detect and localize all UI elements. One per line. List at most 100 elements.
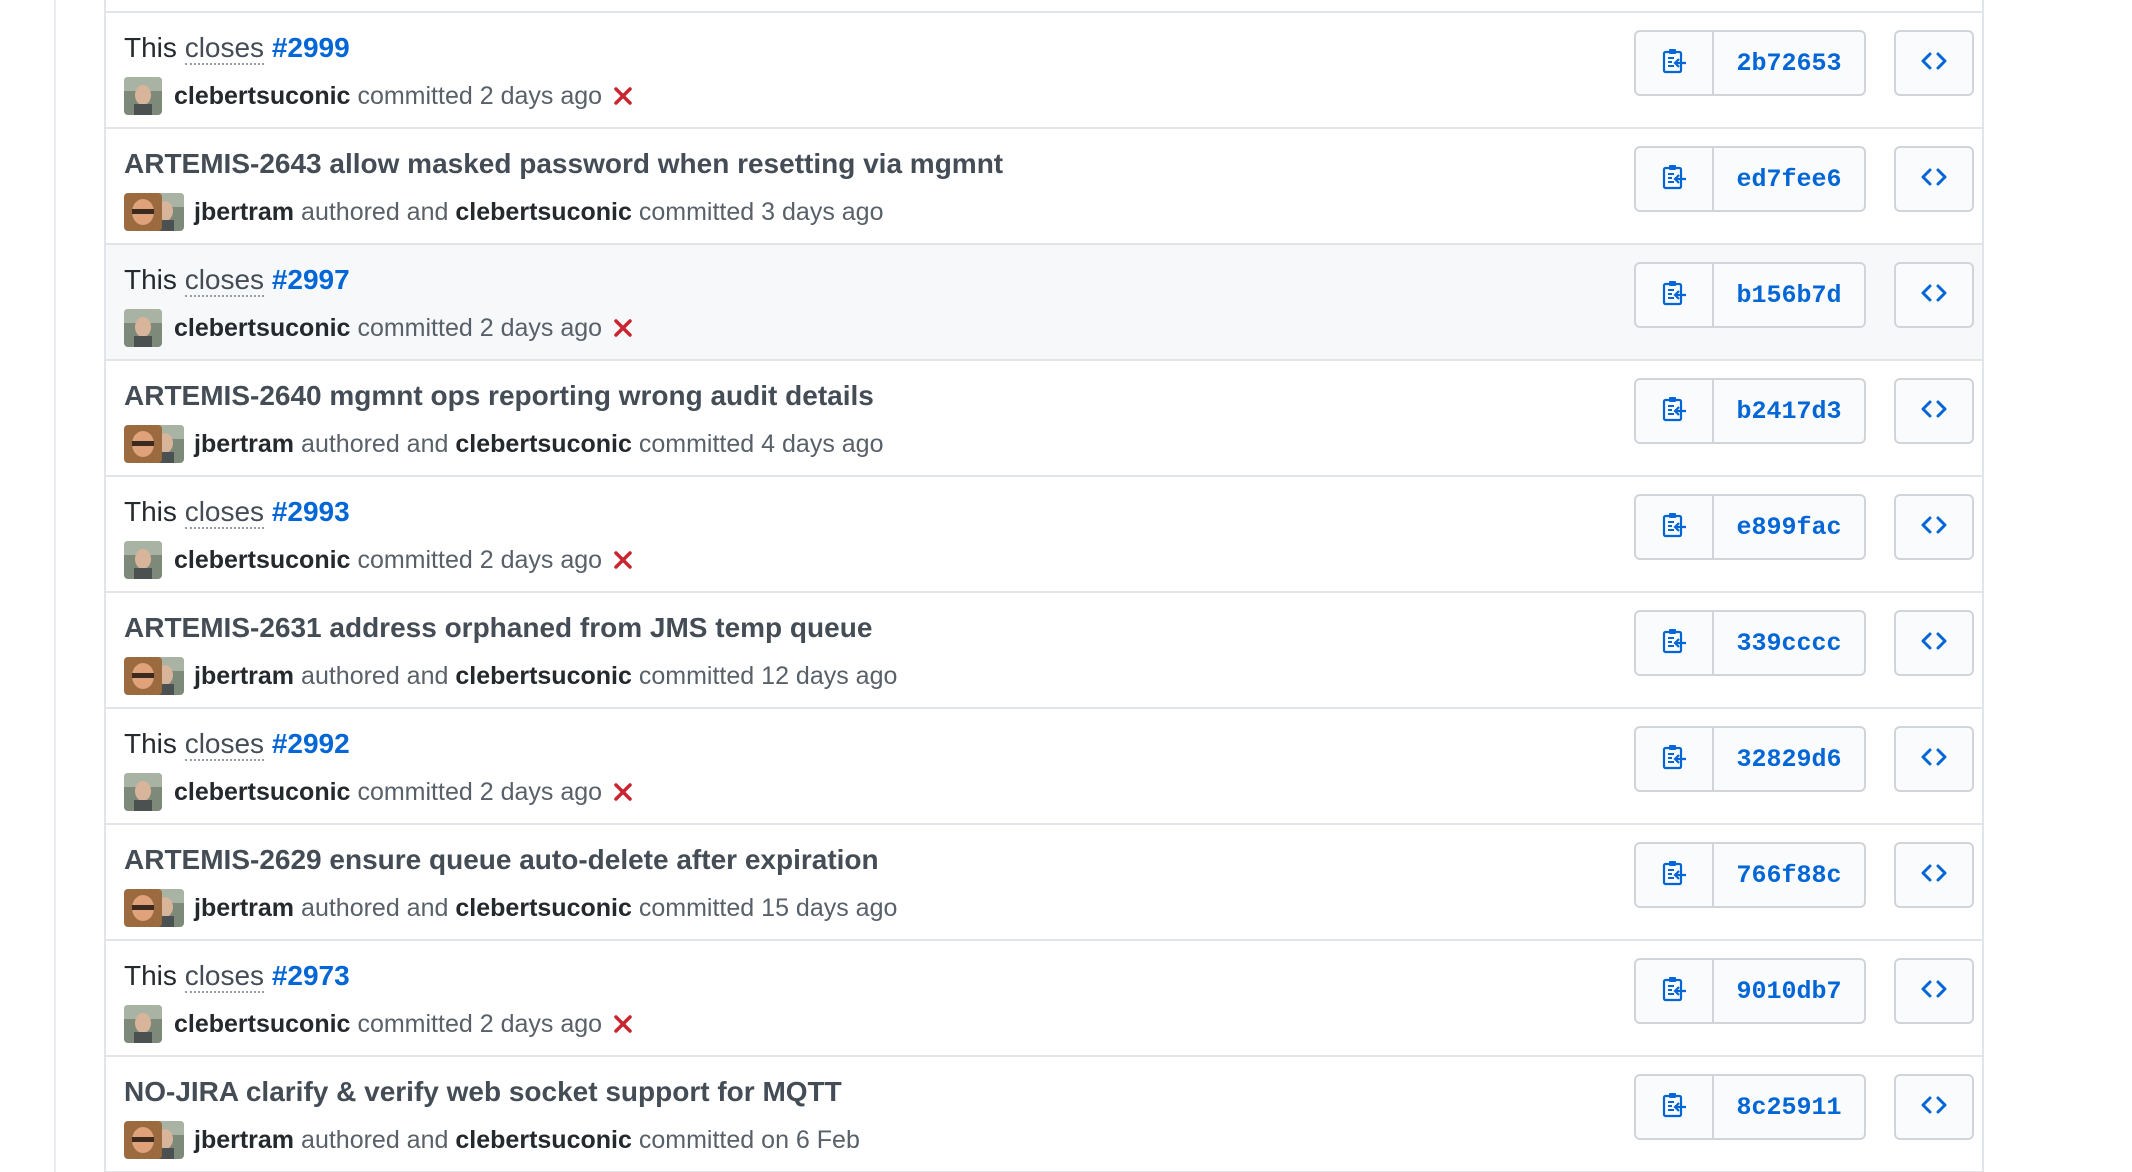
commit-row: This closes #2997 clebertsuconic committ… bbox=[106, 245, 1982, 361]
avatar-clebertsuconic[interactable] bbox=[124, 541, 162, 579]
commit-row: This closes #2992 clebertsuconic committ… bbox=[106, 709, 1982, 825]
committer-name[interactable]: clebertsuconic bbox=[455, 894, 631, 923]
commit-message[interactable]: This closes #2992 bbox=[124, 726, 350, 762]
copy-sha-button[interactable] bbox=[1636, 844, 1714, 906]
browse-repo-button[interactable] bbox=[1894, 958, 1974, 1024]
committed-label: committed bbox=[638, 1125, 755, 1154]
commit-sha-link[interactable]: b2417d3 bbox=[1714, 380, 1864, 442]
x-icon[interactable] bbox=[612, 549, 634, 571]
x-icon[interactable] bbox=[612, 85, 634, 107]
browse-repo-button[interactable] bbox=[1894, 842, 1974, 908]
committer-name[interactable]: clebertsuconic bbox=[455, 662, 631, 691]
author-name[interactable]: jbertram bbox=[194, 198, 294, 227]
clipboard-icon bbox=[1660, 975, 1688, 1008]
clipboard-icon bbox=[1660, 511, 1688, 544]
commit-sha-link[interactable]: 339cccc bbox=[1714, 612, 1864, 674]
commit-message[interactable]: This closes #2997 bbox=[124, 262, 350, 298]
copy-sha-button[interactable] bbox=[1636, 496, 1714, 558]
author-name[interactable]: jbertram bbox=[194, 430, 294, 459]
authored-label: authored and bbox=[301, 1125, 449, 1154]
commit-time: 3 days ago bbox=[761, 197, 884, 226]
commit-message[interactable]: ARTEMIS-2643 allow masked password when … bbox=[124, 146, 1003, 182]
committer-name[interactable]: clebertsuconic bbox=[455, 430, 631, 459]
issue-link[interactable]: #2997 bbox=[272, 264, 350, 295]
committed-label: committed bbox=[357, 777, 473, 806]
avatar-clebertsuconic[interactable] bbox=[124, 309, 162, 347]
commit-message-prefix: This bbox=[124, 32, 177, 63]
sha-button-group: 32829d6 bbox=[1634, 726, 1866, 792]
x-icon[interactable] bbox=[612, 1013, 634, 1035]
browse-repo-button[interactable] bbox=[1894, 262, 1974, 328]
commit-message-text[interactable]: ARTEMIS-2629 ensure queue auto-delete af… bbox=[124, 844, 879, 875]
browse-repo-button[interactable] bbox=[1894, 610, 1974, 676]
commit-message[interactable]: ARTEMIS-2640 mgmnt ops reporting wrong a… bbox=[124, 378, 874, 414]
clipboard-icon bbox=[1660, 1091, 1688, 1124]
commit-time: on 6 Feb bbox=[761, 1125, 860, 1154]
closes-keyword: closes bbox=[184, 960, 265, 993]
commit-sha-link[interactable]: 2b72653 bbox=[1714, 32, 1864, 94]
author-name[interactable]: jbertram bbox=[194, 1126, 294, 1155]
avatar-clebertsuconic[interactable] bbox=[124, 773, 162, 811]
clipboard-icon bbox=[1660, 163, 1688, 196]
avatar-jbertram[interactable] bbox=[124, 889, 162, 927]
commit-message[interactable]: This closes #2993 bbox=[124, 494, 350, 530]
commit-sha-link[interactable]: 9010db7 bbox=[1714, 960, 1864, 1022]
committer-name[interactable]: clebertsuconic bbox=[455, 198, 631, 227]
copy-sha-button[interactable] bbox=[1636, 612, 1714, 674]
commit-message[interactable]: This closes #2999 bbox=[124, 30, 350, 66]
commit-sha-link[interactable]: ed7fee6 bbox=[1714, 148, 1864, 210]
avatar-jbertram[interactable] bbox=[124, 425, 162, 463]
commit-message-text[interactable]: ARTEMIS-2643 allow masked password when … bbox=[124, 148, 1003, 179]
commit-message-text[interactable]: ARTEMIS-2631 address orphaned from JMS t… bbox=[124, 612, 872, 643]
browse-repo-button[interactable] bbox=[1894, 726, 1974, 792]
commit-sha-link[interactable]: 8c25911 bbox=[1714, 1076, 1864, 1138]
avatar-jbertram[interactable] bbox=[124, 193, 162, 231]
browse-repo-button[interactable] bbox=[1894, 146, 1974, 212]
commit-message[interactable]: ARTEMIS-2631 address orphaned from JMS t… bbox=[124, 610, 872, 646]
copy-sha-button[interactable] bbox=[1636, 148, 1714, 210]
clipboard-icon bbox=[1660, 47, 1688, 80]
author-name[interactable]: jbertram bbox=[194, 662, 294, 691]
code-icon bbox=[1921, 398, 1947, 425]
author-name[interactable]: jbertram bbox=[194, 894, 294, 923]
browse-repo-button[interactable] bbox=[1894, 378, 1974, 444]
issue-link[interactable]: #2973 bbox=[272, 960, 350, 991]
avatar-clebertsuconic[interactable] bbox=[124, 1005, 162, 1043]
commit-sha-link[interactable]: 766f88c bbox=[1714, 844, 1864, 906]
avatar-clebertsuconic[interactable] bbox=[124, 77, 162, 115]
commit-sha-link[interactable]: b156b7d bbox=[1714, 264, 1864, 326]
committer-name[interactable]: clebertsuconic bbox=[174, 1010, 350, 1039]
browse-repo-button[interactable] bbox=[1894, 30, 1974, 96]
commit-time: 2 days ago bbox=[479, 1009, 603, 1038]
copy-sha-button[interactable] bbox=[1636, 264, 1714, 326]
copy-sha-button[interactable] bbox=[1636, 32, 1714, 94]
copy-sha-button[interactable] bbox=[1636, 380, 1714, 442]
committer-name[interactable]: clebertsuconic bbox=[174, 82, 350, 111]
copy-sha-button[interactable] bbox=[1636, 728, 1714, 790]
commit-message-text[interactable]: ARTEMIS-2640 mgmnt ops reporting wrong a… bbox=[124, 380, 874, 411]
commit-row: This closes #2993 clebertsuconic committ… bbox=[106, 477, 1982, 593]
commit-meta: jbertram authored and clebertsuconic com… bbox=[124, 1121, 860, 1159]
committer-name[interactable]: clebertsuconic bbox=[455, 1126, 631, 1155]
commit-sha-link[interactable]: 32829d6 bbox=[1714, 728, 1864, 790]
browse-repo-button[interactable] bbox=[1894, 1074, 1974, 1140]
copy-sha-button[interactable] bbox=[1636, 960, 1714, 1022]
committer-name[interactable]: clebertsuconic bbox=[174, 778, 350, 807]
commit-message[interactable]: NO-JIRA clarify & verify web socket supp… bbox=[124, 1074, 842, 1110]
issue-link[interactable]: #2993 bbox=[272, 496, 350, 527]
commit-time: 2 days ago bbox=[479, 313, 603, 342]
commit-sha-link[interactable]: e899fac bbox=[1714, 496, 1864, 558]
x-icon[interactable] bbox=[612, 781, 634, 803]
avatar-jbertram[interactable] bbox=[124, 657, 162, 695]
commit-message[interactable]: ARTEMIS-2629 ensure queue auto-delete af… bbox=[124, 842, 879, 878]
commit-message-text[interactable]: NO-JIRA clarify & verify web socket supp… bbox=[124, 1076, 842, 1107]
x-icon[interactable] bbox=[612, 317, 634, 339]
commit-message[interactable]: This closes #2973 bbox=[124, 958, 350, 994]
browse-repo-button[interactable] bbox=[1894, 494, 1974, 560]
committer-name[interactable]: clebertsuconic bbox=[174, 546, 350, 575]
avatar-jbertram[interactable] bbox=[124, 1121, 162, 1159]
committer-name[interactable]: clebertsuconic bbox=[174, 314, 350, 343]
issue-link[interactable]: #2992 bbox=[272, 728, 350, 759]
copy-sha-button[interactable] bbox=[1636, 1076, 1714, 1138]
issue-link[interactable]: #2999 bbox=[272, 32, 350, 63]
